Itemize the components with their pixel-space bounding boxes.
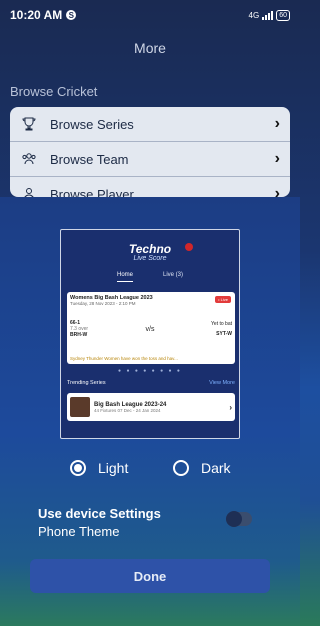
series-thumbnail [70,397,90,417]
match-note: Sydney Thunder Women have won the toss a… [70,356,178,361]
preview-tabs: Home Live (3) [61,272,239,282]
device-settings: Use device Settings Phone Theme [38,505,161,541]
toggle-knob [226,511,242,527]
match-date: Tuesday, 28 Nov 2023 - 2:10 PM [70,301,136,306]
app-notification-icon: S [66,10,77,20]
versus-label: v/s [145,325,155,333]
phone-theme-label: Phone Theme [38,524,120,539]
device-theme-toggle[interactable] [226,511,252,527]
menu-item-browse-series[interactable]: Browse Series › [10,107,290,142]
chevron-right-icon: › [274,115,280,132]
section-title: Browse Cricket [10,84,98,99]
team-b-name: SYT-W [216,331,232,337]
team-b-status: Yet to bat [211,321,232,327]
chevron-right-icon: › [229,402,232,412]
series-card: Big Bash League 2023-24 44 Fixtures 07 D… [67,393,235,421]
radio-dark-label: Dark [201,460,231,476]
preview-header: Techno Live Score Home Live (3) [61,230,239,300]
series-meta: 44 Fixtures 07 Dec - 24 Jan 2024 [94,407,161,413]
series-name: Big Bash League 2023-24 [94,401,167,408]
live-badge: • Live [215,296,231,303]
battery-icon: 60 [276,9,290,21]
status-indicators: 4G 60 [248,9,290,21]
app-logo-subtitle: Live Score [133,255,167,262]
radio-light[interactable]: Light [70,460,128,476]
signal-icon [262,10,274,20]
team-b: Yet to bat SYT-W [175,321,232,337]
menu-item-browse-player[interactable]: Browse Player › [10,177,290,197]
browse-menu: Browse Series › Browse Team › Browse Pla… [10,107,290,197]
team-a-name: BRH-W [70,332,88,338]
menu-item-label: Browse Team [50,151,129,167]
chevron-right-icon: › [274,150,280,167]
tab-home: Home [116,272,133,282]
trending-label: Trending Series [67,380,106,386]
chevron-right-icon: › [274,185,280,197]
done-button[interactable]: Done [30,559,270,593]
menu-item-label: Browse Player [50,186,134,198]
trending-header: Trending Series View More [67,380,235,386]
status-time: 10:20 AM [10,8,63,22]
status-bar: 10:20 AM S 4G 60 [0,0,300,30]
page-title: More [134,40,166,56]
menu-item-label: Browse Series [50,116,134,132]
match-score-row: 66-1 7.3 over BRH-W v/s Yet to bat SYT-W [70,320,232,338]
radio-light-label: Light [98,460,129,476]
network-type: 4G [248,10,260,20]
device-settings-label: Use device Settings [38,506,161,521]
carousel-dots: ● ● ● ● ● ● ● ● [118,368,182,374]
app-logo-title: Techno [128,242,172,256]
person-icon [20,185,38,197]
cricket-ball-icon [185,243,193,251]
view-more-link: View More [209,380,235,386]
menu-item-browse-team[interactable]: Browse Team › [10,142,290,177]
team-a: 66-1 7.3 over BRH-W [70,320,125,338]
team-icon [20,150,38,168]
theme-preview: Techno Live Score Home Live (3) Womens B… [60,229,240,439]
match-card: Womens Big Bash League 2023 Tuesday, 28 … [67,292,235,364]
radio-dark[interactable]: Dark [173,460,231,476]
tab-live: Live (3) [163,272,184,278]
radio-selected-icon [70,460,86,476]
radio-unselected-icon [173,460,189,476]
trophy-icon [20,115,38,133]
